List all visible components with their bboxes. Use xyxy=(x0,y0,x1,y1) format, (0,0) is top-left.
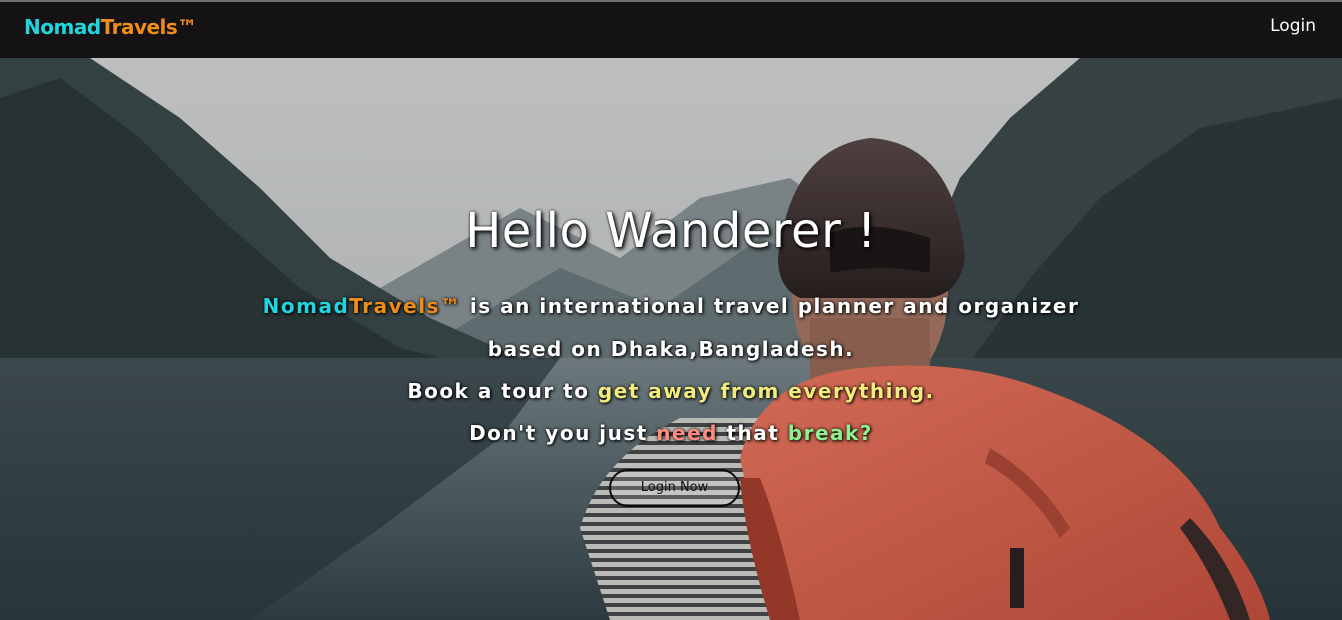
hero-line3-prefix: Book a tour to xyxy=(407,379,598,403)
hero-section: Hello Wanderer ! NomadTravels™ is an int… xyxy=(0,58,1342,620)
hero-title: Hello Wanderer ! xyxy=(465,203,877,259)
hero-line4-prefix: Don't you just xyxy=(469,421,657,445)
login-now-button[interactable]: Login Now xyxy=(609,469,740,507)
hero-description-line-1: NomadTravels™ is an international travel… xyxy=(0,294,1342,318)
brand-nomad: Nomad xyxy=(24,15,101,39)
hero-line1-text: is an international travel planner and o… xyxy=(461,294,1080,318)
hero-description-line-2: based on Dhaka,Bangladesh. xyxy=(487,337,855,361)
navbar: NomadTravels™ Login xyxy=(0,0,1342,58)
hero-line4-middle: that xyxy=(717,421,788,445)
nav-login-link[interactable]: Login xyxy=(1270,16,1316,36)
brand-travels: Travels™ xyxy=(100,15,198,39)
hero-brand-travels: Travels™ xyxy=(349,294,462,318)
hero-line4-break: break? xyxy=(787,421,873,445)
hero-description-line-3: Book a tour to get away from everything. xyxy=(0,379,1342,403)
hero-line4-need: need xyxy=(656,421,718,445)
hero-brand-nomad: Nomad xyxy=(262,294,350,318)
brand-logo[interactable]: NomadTravels™ xyxy=(24,15,197,39)
hero-description-line-4: Don't you just need that break? xyxy=(0,421,1342,445)
hero-line3-highlight: get away from everything. xyxy=(597,379,935,403)
